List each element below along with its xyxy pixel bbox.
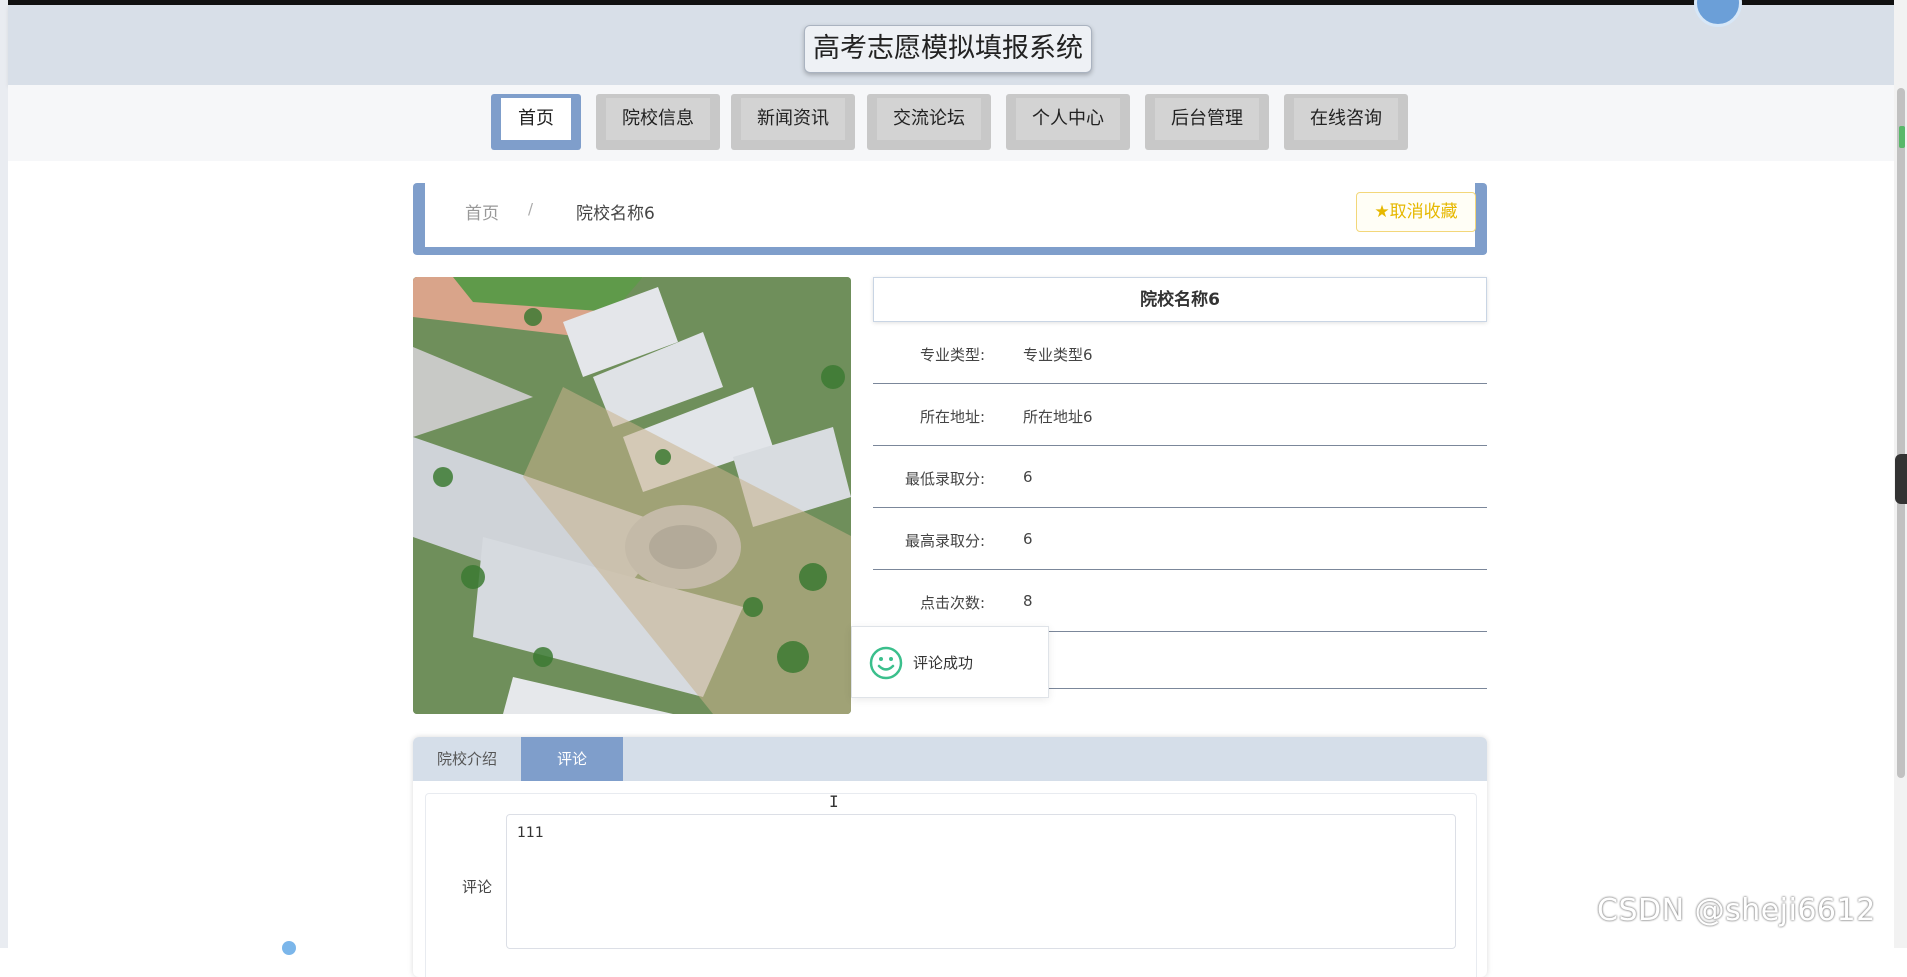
detail-tabs: 院校介绍 评论 评论 111	[413, 737, 1487, 977]
avatar[interactable]	[1694, 0, 1742, 27]
nav-item-label: 新闻资讯	[741, 98, 845, 140]
text-cursor-icon: I	[829, 792, 839, 811]
comment-form: 评论 111	[425, 793, 1477, 977]
detail-row-min-score: 最低录取分: 6	[873, 446, 1487, 508]
detail-value: 6	[1023, 468, 1033, 486]
breadcrumb: 首页 / 院校名称6 ★取消收藏	[413, 183, 1487, 255]
school-name-heading: 院校名称6	[873, 277, 1487, 322]
nav-item-label: 院校信息	[606, 98, 710, 140]
side-drawer-handle[interactable]	[1895, 454, 1907, 504]
left-edge	[0, 0, 8, 948]
nav-item-school-info[interactable]: 院校信息	[596, 94, 720, 150]
nav-item-forum[interactable]: 交流论坛	[867, 94, 991, 150]
tab-bar: 院校介绍 评论	[413, 737, 1487, 781]
nav-item-personal-center[interactable]: 个人中心	[1006, 94, 1130, 150]
comment-label: 评论	[462, 878, 493, 896]
floating-dot	[282, 941, 296, 955]
tab-school-intro[interactable]: 院校介绍	[413, 737, 521, 781]
watermark: CSDN @sheji6612	[1597, 893, 1876, 928]
nav-item-label: 在线咨询	[1294, 98, 1398, 140]
nav-item-label: 后台管理	[1155, 98, 1259, 140]
toast-message: 评论成功	[913, 654, 974, 672]
site-title: 高考志愿模拟填报系统	[804, 25, 1092, 73]
nav-item-online-consult[interactable]: 在线咨询	[1284, 94, 1408, 150]
nav-item-label: 个人中心	[1016, 98, 1120, 140]
site-header: 高考志愿模拟填报系统	[8, 0, 1894, 85]
detail-value: 专业类型6	[1023, 346, 1093, 364]
detail-label: 点击次数:	[919, 594, 985, 612]
breadcrumb-home-link[interactable]: 首页	[465, 199, 499, 224]
detail-label: 最低录取分:	[904, 470, 985, 488]
detail-row-address: 所在地址: 所在地址6	[873, 384, 1487, 446]
nav-item-label: 首页	[501, 98, 571, 140]
detail-label: 最高录取分:	[904, 532, 985, 550]
detail-value: 8	[1023, 592, 1033, 610]
tab-comment[interactable]: 评论	[521, 737, 623, 781]
star-icon: ★	[1374, 202, 1390, 222]
breadcrumb-current: 院校名称6	[576, 204, 655, 224]
nav-item-home[interactable]: 首页	[491, 94, 581, 150]
unfavorite-button-label: 取消收藏	[1389, 202, 1458, 222]
scroll-indicator	[1899, 126, 1905, 148]
smile-icon	[869, 646, 903, 680]
scrollbar-thumb[interactable]	[1897, 88, 1905, 778]
detail-label: 专业类型:	[919, 346, 985, 364]
detail-row-click-count: 点击次数: 8	[873, 570, 1487, 632]
nav-item-news[interactable]: 新闻资讯	[731, 94, 855, 150]
breadcrumb-separator: /	[528, 200, 534, 218]
school-photo	[413, 277, 851, 714]
detail-row-major-type: 专业类型: 专业类型6	[873, 322, 1487, 384]
success-toast: 评论成功	[851, 626, 1049, 698]
detail-value: 所在地址6	[1023, 408, 1093, 426]
detail-label: 所在地址:	[919, 408, 985, 426]
nav-item-label: 交流论坛	[877, 98, 981, 140]
nav-item-admin[interactable]: 后台管理	[1145, 94, 1269, 150]
comment-textarea[interactable]: 111	[506, 814, 1456, 949]
detail-value: 6	[1023, 530, 1033, 548]
unfavorite-button[interactable]: ★取消收藏	[1356, 192, 1476, 232]
detail-row-max-score: 最高录取分: 6	[873, 508, 1487, 570]
